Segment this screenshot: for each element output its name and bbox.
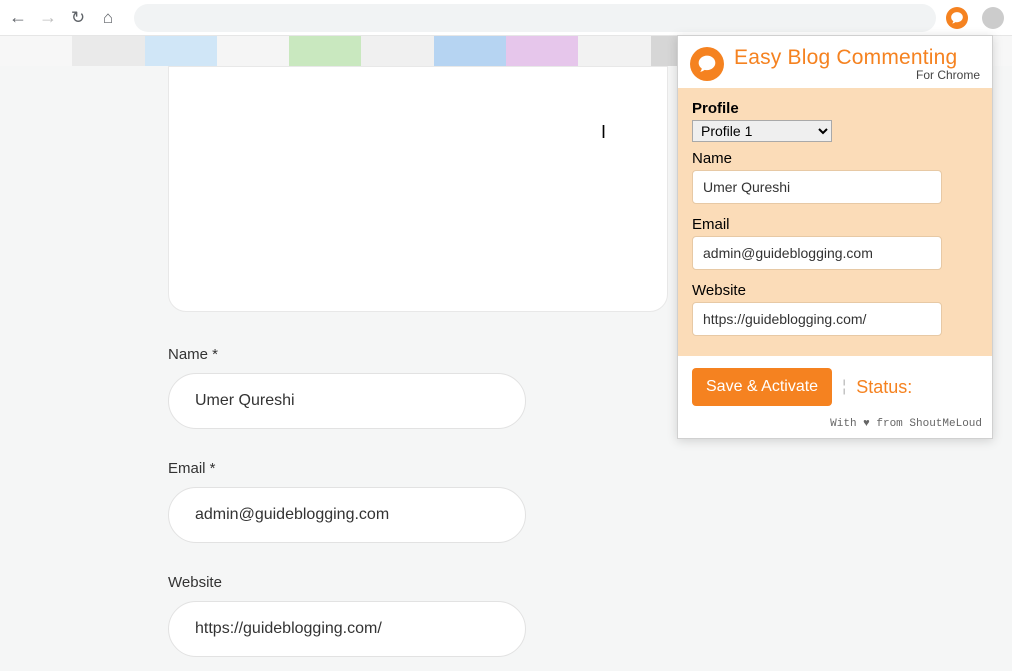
comment-area: I	[168, 66, 668, 316]
website-field-group: Website	[168, 574, 528, 657]
credit-text: With ♥ from ShoutMeLoud	[678, 414, 992, 438]
save-activate-button[interactable]: Save & Activate	[692, 368, 832, 406]
name-input[interactable]	[168, 373, 526, 429]
extension-icon[interactable]	[946, 7, 968, 29]
popup-title: Easy Blog Commenting	[734, 46, 980, 70]
forward-icon[interactable]: →	[38, 8, 58, 28]
email-input[interactable]	[168, 487, 526, 543]
url-bar[interactable]	[134, 4, 936, 32]
popup-website-input[interactable]	[692, 302, 942, 336]
popup-name-label: Name	[692, 150, 978, 167]
profile-label: Profile	[692, 100, 978, 117]
profile-select[interactable]: Profile 1	[692, 120, 832, 142]
popup-logo-icon	[690, 47, 724, 81]
text-cursor-icon: I	[601, 122, 602, 140]
popup-email-input[interactable]	[692, 236, 942, 270]
website-input[interactable]	[168, 601, 526, 657]
extension-popup: Easy Blog Commenting For Chrome Profile …	[677, 35, 993, 439]
status-label: Status:	[856, 377, 912, 398]
popup-email-label: Email	[692, 216, 978, 233]
email-field-group: Email *	[168, 460, 528, 543]
profile-avatar-icon[interactable]	[982, 7, 1004, 29]
comment-textarea[interactable]: I	[168, 66, 668, 312]
popup-name-input[interactable]	[692, 170, 942, 204]
popup-footer: Save & Activate ¦ Status:	[678, 356, 992, 414]
divider-icon: ¦	[842, 378, 846, 396]
reload-icon[interactable]: ↻	[68, 8, 88, 28]
popup-subtitle: For Chrome	[734, 68, 980, 82]
website-label: Website	[168, 574, 528, 591]
popup-website-label: Website	[692, 282, 978, 299]
name-label: Name *	[168, 346, 528, 363]
back-icon[interactable]: ←	[8, 8, 28, 28]
popup-body: Profile Profile 1 Name Email Website	[678, 88, 992, 356]
home-icon[interactable]: ⌂	[98, 8, 118, 28]
browser-toolbar: ← → ↻ ⌂	[0, 0, 1012, 36]
name-field-group: Name *	[168, 346, 528, 429]
popup-header: Easy Blog Commenting For Chrome	[678, 36, 992, 88]
email-label: Email *	[168, 460, 528, 477]
